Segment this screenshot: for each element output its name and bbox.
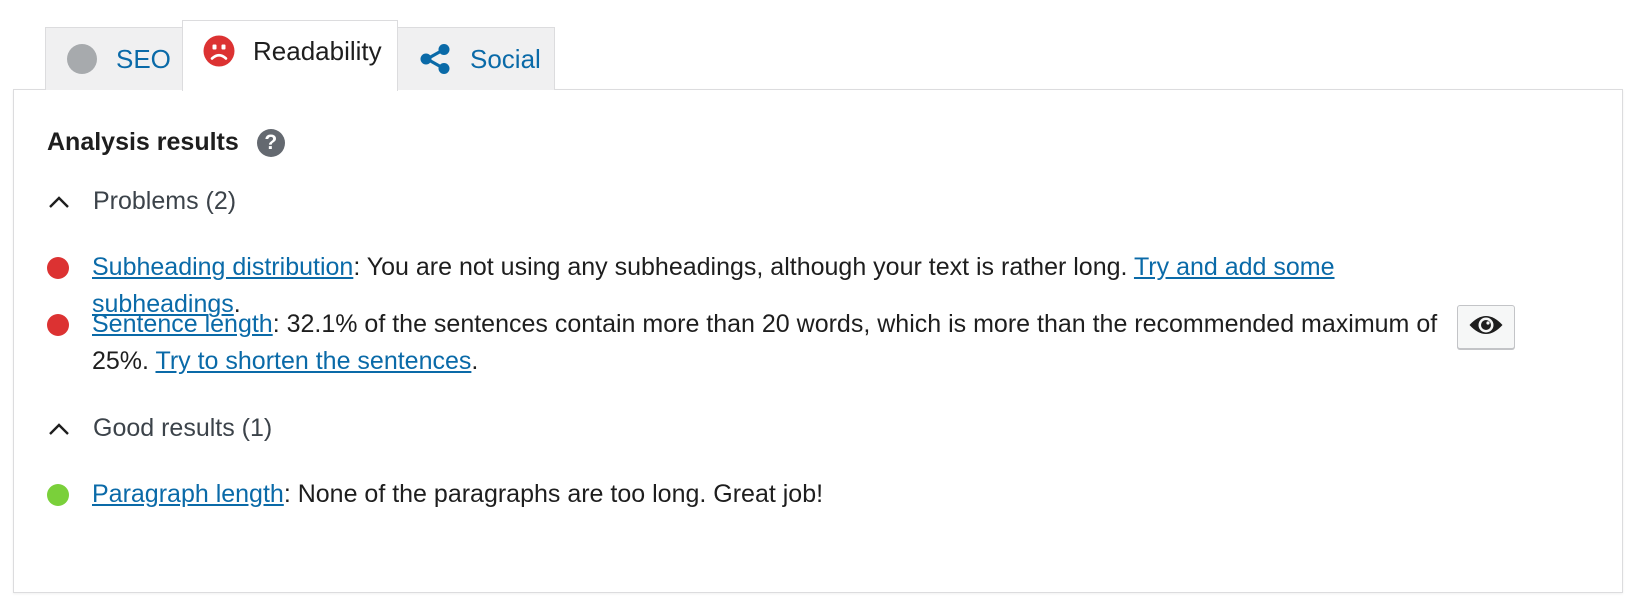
share-icon: [418, 42, 452, 76]
list-item: Paragraph length: None of the paragraphs…: [47, 476, 1442, 513]
tab-social[interactable]: Social: [397, 27, 555, 90]
tab-social-label: Social: [470, 43, 541, 74]
red-status-dot-icon: [47, 314, 69, 336]
result-text: Paragraph length: None of the paragraphs…: [92, 476, 1442, 513]
result-description: : You are not using any subheadings, alt…: [353, 253, 1134, 281]
green-status-dot-icon: [47, 484, 69, 506]
analysis-tabs: SEO Readability Social: [45, 19, 555, 91]
paragraph-length-link[interactable]: Paragraph length: [92, 480, 284, 508]
good-results-toggle[interactable]: Good results (1): [47, 414, 272, 443]
problems-toggle[interactable]: Problems (2): [47, 187, 236, 216]
grey-dot-icon: [66, 42, 98, 76]
list-item: Sentence length: 32.1% of the sentences …: [47, 306, 1442, 380]
highlight-toggle-button[interactable]: [1457, 305, 1515, 349]
yoast-metabox: SEO Readability Social Analysis results …: [0, 0, 1636, 608]
result-end: .: [471, 347, 479, 375]
red-status-dot-icon: [47, 257, 69, 279]
chevron-up-icon: [47, 417, 71, 441]
analysis-results-heading: Analysis results ?: [47, 128, 285, 157]
tab-seo-label: SEO: [116, 43, 171, 74]
result-description: : None of the paragraphs are too long. G…: [283, 480, 824, 508]
tab-seo[interactable]: SEO: [45, 27, 183, 90]
readability-panel: Analysis results ? Problems (2) Subheadi…: [13, 89, 1623, 593]
tab-readability-label: Readability: [253, 35, 382, 66]
eye-icon: [1468, 313, 1504, 342]
problems-label: Problems (2): [93, 187, 237, 215]
shorten-sentences-link[interactable]: Try to shorten the sentences: [155, 347, 471, 375]
chevron-up-icon: [47, 190, 71, 214]
sentence-length-link[interactable]: Sentence length: [92, 310, 273, 338]
page-title: Analysis results: [47, 128, 239, 156]
good-results-label: Good results (1): [93, 414, 273, 442]
result-text: Sentence length: 32.1% of the sentences …: [92, 306, 1442, 380]
sad-face-icon: [203, 34, 235, 68]
subheading-distribution-link[interactable]: Subheading distribution: [92, 253, 353, 281]
tab-readability[interactable]: Readability: [182, 20, 398, 91]
help-icon[interactable]: ?: [256, 128, 285, 157]
